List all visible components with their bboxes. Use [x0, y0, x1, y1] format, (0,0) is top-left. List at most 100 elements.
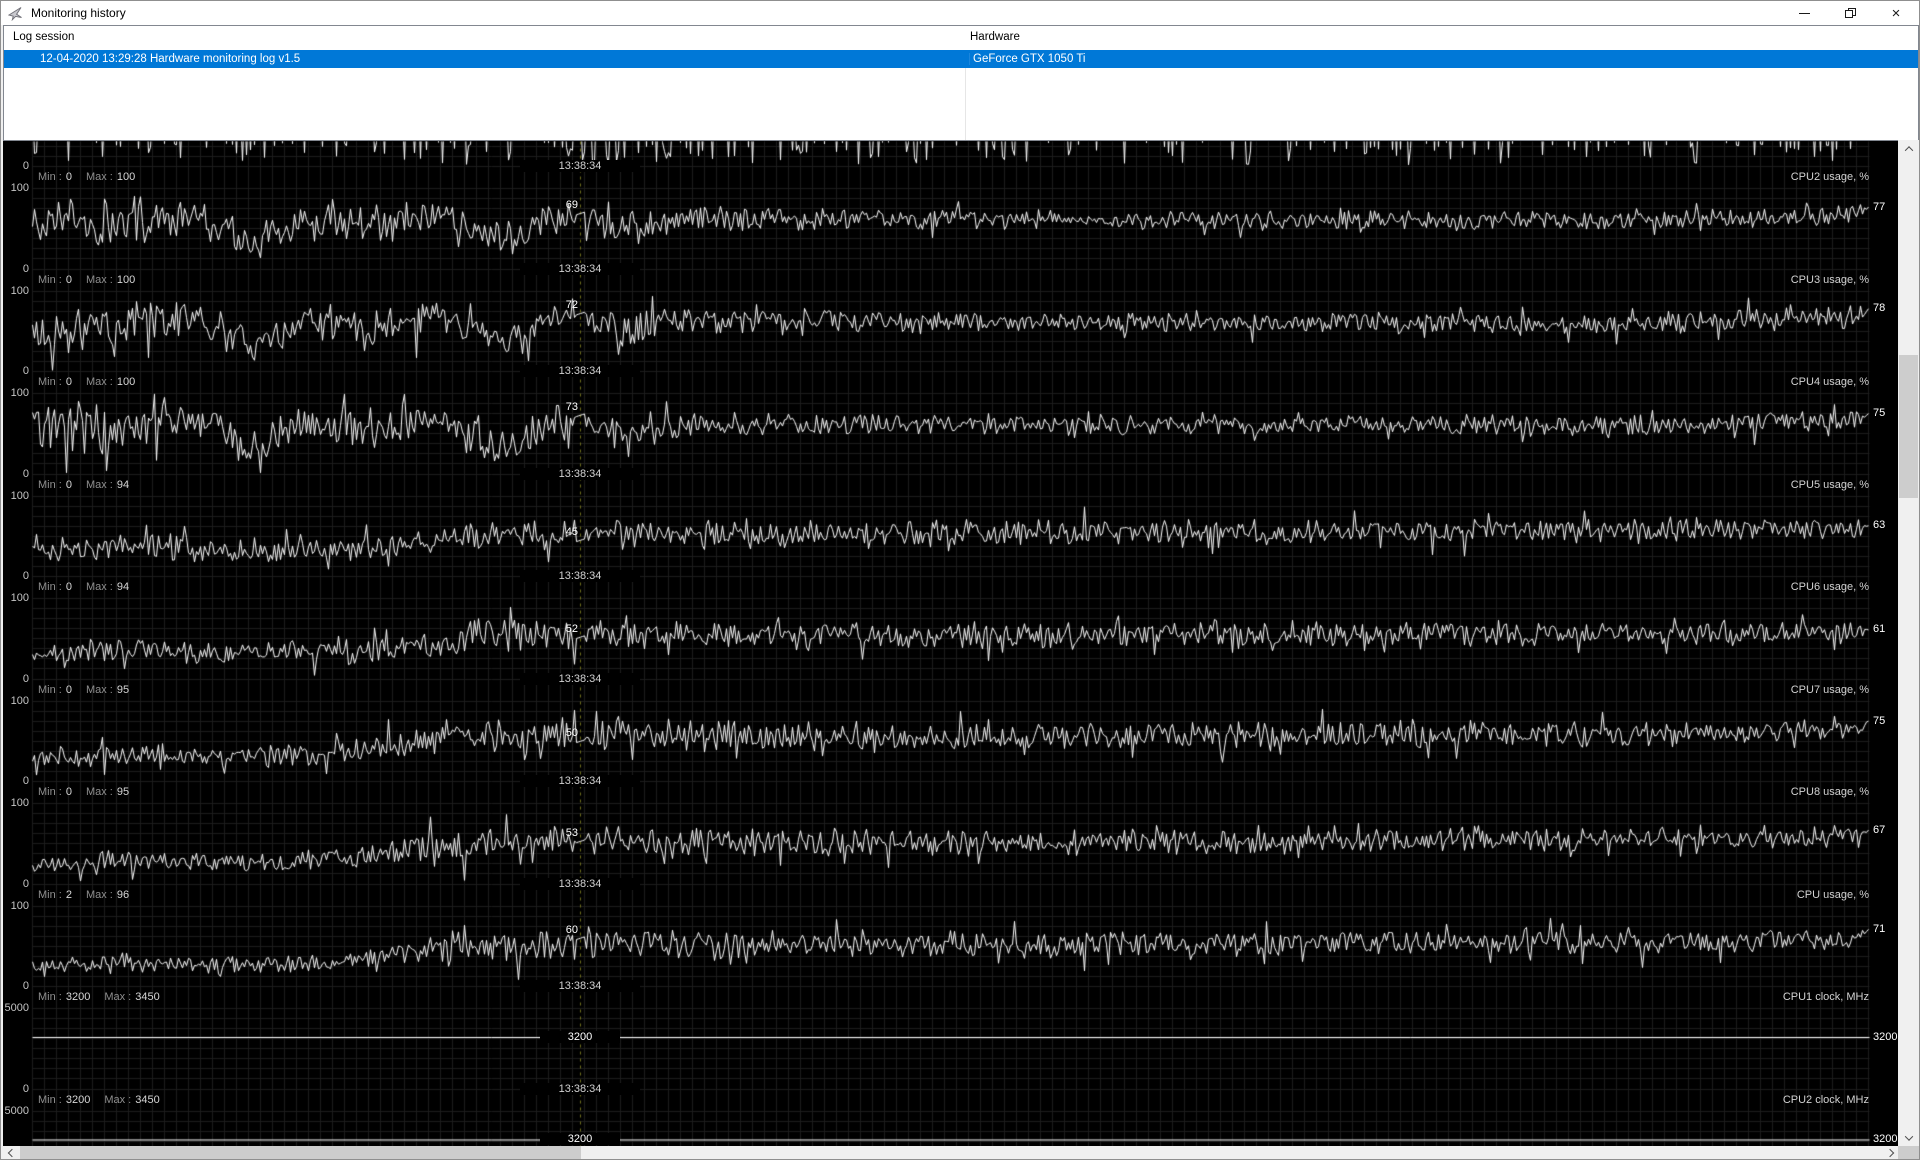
- cpu7-usage-max-label: Max :: [85, 683, 113, 696]
- close-button[interactable]: ×: [1873, 1, 1919, 25]
- cpu3-usage-axis-top: 100: [10, 284, 29, 297]
- cpu2-usage-marker-value: 69: [565, 198, 578, 211]
- cpu2-usage-min-value: 0: [65, 171, 72, 183]
- minimize-icon: [1798, 12, 1810, 14]
- horizontal-scroll-thumb[interactable]: [20, 1146, 581, 1159]
- cpu7-usage-marker-value: 50: [565, 726, 578, 739]
- cpu-usage-marker-value: 60: [565, 923, 578, 936]
- cpu1-clock-marker-timestamp: 13:38:34: [520, 980, 640, 992]
- scroll-right-button[interactable]: [1881, 1146, 1898, 1159]
- cpu2-clock-min-value: 3200: [65, 1093, 91, 1106]
- restore-button[interactable]: [1827, 1, 1873, 25]
- cpu-usage-title: CPU usage, %: [1796, 888, 1869, 901]
- cpu6-usage-marker-timestamp: 13:38:34: [520, 570, 640, 582]
- scroll-down-button[interactable]: [1898, 1129, 1919, 1146]
- cpu4-usage-axis-bottom: 0: [22, 467, 29, 480]
- monitoring-history-window: Monitoring history × Log session Hardwar…: [0, 0, 1920, 1160]
- horizontal-scrollbar[interactable]: [3, 1146, 1898, 1159]
- cpu3-usage-min-label: Min :: [38, 273, 62, 286]
- cpu5-usage-axis-bottom: 0: [22, 570, 29, 582]
- cpu3-usage-max-label: Max :: [85, 273, 113, 286]
- cpu6-usage-min-label: Min :: [38, 581, 62, 593]
- cpu2-usage-current-value: 77: [1873, 200, 1886, 213]
- cpu4-usage-axis-top: 100: [10, 387, 29, 399]
- cpu2-clock-max-label: Max :: [104, 1093, 132, 1106]
- cpu2-usage-max-value: 100: [116, 171, 136, 183]
- cpu6-usage-axis-bottom: 0: [22, 672, 29, 685]
- session-row-selected[interactable]: 12-04-2020 13:29:28 Hardware monitoring …: [4, 50, 1918, 68]
- cpu4-usage-min-label: Min :: [38, 376, 62, 388]
- cpu8-usage-current-value: 67: [1873, 823, 1886, 836]
- scroll-up-button[interactable]: [1898, 140, 1919, 157]
- chevron-left-icon: [7, 1148, 16, 1158]
- cpu5-usage-min-value: 0: [65, 478, 72, 491]
- cpu-usage-marker-timestamp: 13:38:34: [520, 877, 640, 890]
- cpu2-clock-marker-value: 3200: [540, 1133, 620, 1146]
- cpu2-usage-min-label: Min :: [38, 171, 62, 183]
- monitoring-graphs: 0 13:38:34 Min :0 Max :100 CPU2 usage, % 100 0…: [3, 140, 1898, 1147]
- vertical-scrollbar[interactable]: [1898, 140, 1919, 1146]
- cpu4-usage-title: CPU4 usage, %: [1790, 376, 1869, 388]
- cpu4-usage-min-value: 0: [65, 376, 72, 388]
- cpu4-usage-marker-value: 73: [565, 400, 578, 413]
- cpu1-clock-axis-top: 5000: [4, 1002, 29, 1014]
- cpu1-clock-max-label: Max :: [104, 991, 132, 1003]
- cpu6-usage-max-value: 94: [116, 581, 130, 593]
- cpu3-usage-minmax: Min :0 Max :100: [38, 274, 135, 286]
- column-header-hardware[interactable]: Hardware: [970, 31, 1020, 43]
- cpu3-usage-axis-bottom: 0: [22, 365, 29, 377]
- cpu7-usage-marker-timestamp: 13:38:34: [520, 672, 640, 685]
- cpu2-clock-marker-timestamp: 13:38:34: [520, 1082, 640, 1095]
- cpu2-usage-title: CPU2 usage, %: [1790, 171, 1869, 183]
- cpu6-usage-marker-value: 52: [565, 622, 578, 635]
- cpu5-usage-max-label: Max :: [85, 478, 113, 491]
- cpu-usage-max-value: 96: [116, 888, 130, 901]
- cpu5-usage-marker-timestamp: 13:38:34: [520, 467, 640, 480]
- cpu5-usage-min-label: Min :: [38, 478, 62, 491]
- cpu-usage-axis-bottom: 0: [22, 980, 29, 992]
- title-bar[interactable]: Monitoring history ×: [1, 1, 1919, 25]
- session-row-log-label: 12-04-2020 13:29:28 Hardware monitoring …: [40, 53, 301, 65]
- cpu2-clock-title: CPU2 clock, MHz: [1782, 1093, 1869, 1106]
- cpu5-usage-marker-value: 45: [565, 525, 578, 538]
- cpu7-usage-max-value: 95: [116, 683, 130, 696]
- cpu7-usage-current-value: 75: [1873, 714, 1886, 727]
- cpu2-usage-max-label: Max :: [85, 171, 113, 183]
- cpu7-usage-axis-top: 100: [10, 694, 29, 707]
- vertical-scroll-thumb[interactable]: [1899, 355, 1918, 498]
- cpu8-usage-max-value: 95: [116, 786, 130, 798]
- cpu8-usage-axis-bottom: 0: [22, 877, 29, 890]
- list-header: Log session Hardware: [4, 26, 1918, 50]
- cpu1-usage-partial-axis-bottom: 0: [22, 160, 29, 172]
- cpu3-usage-min-value: 0: [65, 273, 72, 286]
- cpu2-usage-marker-timestamp: 13:38:34: [520, 160, 640, 172]
- cpu5-usage-current-value: 63: [1873, 519, 1886, 532]
- cpu3-usage-title: CPU3 usage, %: [1790, 273, 1869, 286]
- scroll-left-button[interactable]: [3, 1146, 20, 1159]
- cpu5-usage-minmax: Min :0 Max :94: [38, 479, 129, 491]
- column-header-log-session[interactable]: Log session: [13, 31, 74, 43]
- cpu2-usage-minmax: Min :0 Max :100: [38, 171, 135, 183]
- cpu2-clock-minmax: Min :3200 Max :3450: [38, 1094, 160, 1106]
- cpu8-usage-title: CPU8 usage, %: [1790, 786, 1869, 798]
- app-jet-icon: [8, 6, 22, 21]
- cpu8-usage-min-value: 0: [65, 786, 72, 798]
- cpu5-usage-max-value: 94: [116, 478, 130, 491]
- minimize-button[interactable]: [1781, 1, 1827, 25]
- cpu6-usage-minmax: Min :0 Max :94: [38, 581, 129, 593]
- log-session-list: Log session Hardware 12-04-2020 13:29:28…: [3, 25, 1919, 140]
- cpu4-usage-max-label: Max :: [85, 376, 113, 388]
- cpu2-usage-axis-bottom: 0: [22, 262, 29, 275]
- cpu6-usage-axis-top: 100: [10, 592, 29, 604]
- cpu-usage-max-label: Max :: [85, 888, 113, 901]
- cpu8-usage-minmax: Min :0 Max :95: [38, 786, 129, 798]
- cpu7-usage-min-label: Min :: [38, 683, 62, 696]
- window-title: Monitoring history: [31, 6, 126, 20]
- cpu2-clock-min-label: Min :: [38, 1093, 62, 1106]
- cpu3-usage-marker-timestamp: 13:38:34: [520, 262, 640, 275]
- cpu6-usage-max-label: Max :: [85, 581, 113, 593]
- cpu-usage-min-value: 2: [65, 888, 72, 901]
- session-row-hardware-label: GeForce GTX 1050 Ti: [969, 53, 1086, 65]
- cpu4-usage-current-value: 75: [1873, 407, 1886, 420]
- cpu6-usage-min-value: 0: [65, 581, 72, 593]
